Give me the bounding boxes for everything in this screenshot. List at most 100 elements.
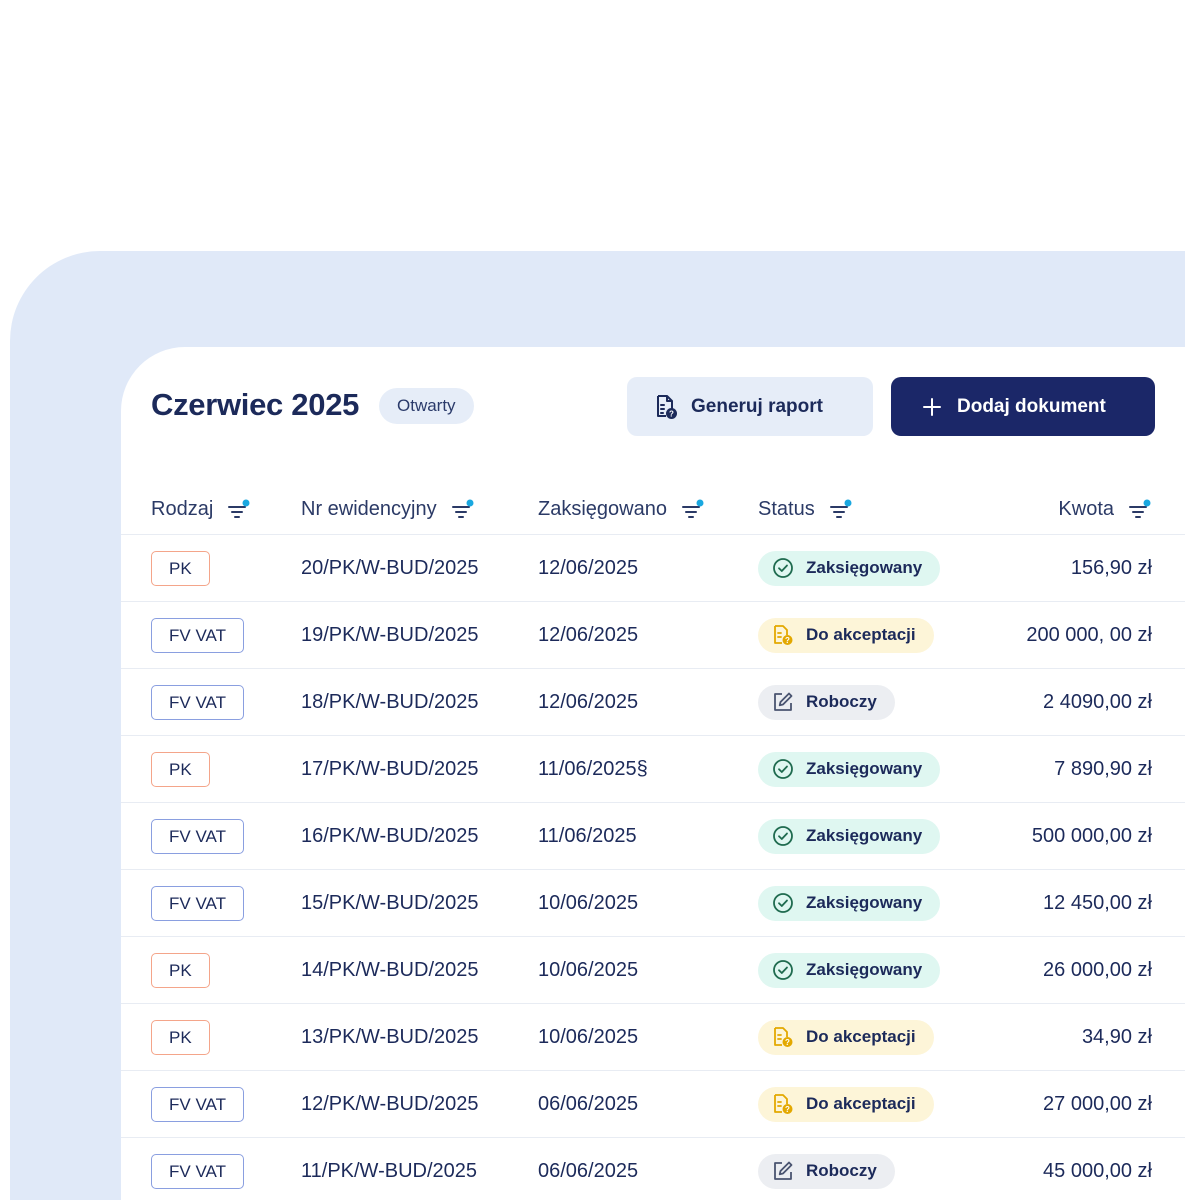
status-cell: Roboczy — [758, 669, 895, 735]
check-circle-icon — [772, 758, 794, 780]
document-number[interactable]: 14/PK/W-BUD/2025 — [301, 937, 479, 1003]
check-circle-icon — [772, 557, 794, 579]
status-badge: Zaksięgowany — [758, 818, 941, 854]
edit-icon — [772, 691, 794, 713]
status-badge: ? Do akceptacji — [758, 617, 934, 653]
type-cell: FV VAT — [151, 870, 244, 936]
posted-date: 12/06/2025 — [538, 623, 639, 646]
type-cell: PK — [151, 736, 210, 802]
filter-icon[interactable] — [1128, 499, 1152, 521]
filter-icon[interactable] — [451, 499, 475, 521]
check-circle-icon — [772, 892, 794, 914]
type-cell: PK — [151, 937, 210, 1003]
status-label: Zaksięgowany — [806, 826, 923, 845]
page-title: Czerwiec 2025 — [151, 387, 360, 422]
document-number[interactable]: 11/PK/W-BUD/2025 — [301, 1138, 477, 1200]
status-cell: Zaksięgowany — [758, 803, 941, 869]
table-row[interactable]: FV VAT 19/PK/W-BUD/2025 12/06/2025 ? Do akce… — [121, 602, 1185, 669]
table-row[interactable]: FV VAT 16/PK/W-BUD/2025 11/06/2025 Zaksięgo… — [121, 803, 1185, 870]
status-label: Do akceptacji — [806, 1094, 916, 1113]
type-cell: FV VAT — [151, 1071, 244, 1137]
column-header-type: Rodzaj — [151, 498, 251, 521]
document-type-badge: FV VAT — [151, 885, 244, 921]
filter-icon[interactable] — [681, 499, 705, 521]
document-type-badge: FV VAT — [151, 1086, 244, 1122]
generate-report-button[interactable]: ? Generuj raport — [627, 377, 873, 436]
document-number[interactable]: 15/PK/W-BUD/2025 — [301, 870, 479, 936]
filter-icon[interactable] — [227, 499, 251, 521]
document-number[interactable]: 12/PK/W-BUD/2025 — [301, 1071, 479, 1137]
status-label: Zaksięgowany — [806, 558, 923, 577]
posted-date: 06/06/2025 — [538, 1159, 639, 1182]
svg-text:?: ? — [669, 409, 674, 418]
generate-report-label: Generuj raport — [691, 395, 823, 417]
posted-date: 10/06/2025 — [538, 891, 639, 914]
status-cell: Zaksięgowany — [758, 870, 941, 936]
document-type-badge: FV VAT — [151, 818, 244, 854]
table-row[interactable]: FV VAT 15/PK/W-BUD/2025 10/06/2025 Zaksięgo… — [121, 870, 1185, 937]
amount: 12 450,00 zł — [1043, 891, 1152, 914]
column-label-status: Status — [758, 498, 815, 520]
status-label: Zaksięgowany — [806, 960, 923, 979]
svg-text:?: ? — [785, 636, 790, 645]
add-document-label: Dodaj dokument — [957, 395, 1106, 417]
posted-date: 10/06/2025 — [538, 958, 639, 981]
type-cell: FV VAT — [151, 1138, 244, 1200]
plus-icon — [919, 394, 945, 420]
document-number[interactable]: 13/PK/W-BUD/2025 — [301, 1004, 479, 1070]
status-badge: Zaksięgowany — [758, 952, 941, 988]
type-cell: PK — [151, 535, 210, 601]
card-header: Czerwiec 2025 Otwarty ? Generuj raport D… — [121, 347, 1185, 467]
documents-card: Czerwiec 2025 Otwarty ? Generuj raport D… — [121, 347, 1185, 1200]
status-cell: ? Do akceptacji — [758, 1004, 934, 1070]
edit-icon — [772, 1160, 794, 1182]
table-header: Rodzaj Nr ewidencyjny Zaksięgowano Statu… — [121, 490, 1185, 535]
table-row[interactable]: FV VAT 12/PK/W-BUD/2025 06/06/2025? Do akce… — [121, 1071, 1185, 1138]
type-cell: FV VAT — [151, 669, 244, 735]
document-number[interactable]: 18/PK/W-BUD/2025 — [301, 669, 479, 735]
table-row[interactable]: FV VAT 11/PK/W-BUD/2025 06/06/2025 Roboczy 4… — [121, 1138, 1185, 1200]
svg-text:?: ? — [785, 1105, 790, 1114]
table-row[interactable]: FV VAT 18/PK/W-BUD/2025 12/06/2025 Roboczy 2… — [121, 669, 1185, 736]
column-label-number: Nr ewidencyjny — [301, 498, 437, 520]
table-row[interactable]: PK 13/PK/W-BUD/2025 10/06/2025? Do akceptac… — [121, 1004, 1185, 1071]
amount: 26 000,00 zł — [1043, 958, 1152, 981]
period-status-badge: Otwarty — [379, 388, 474, 424]
check-circle-icon — [772, 825, 794, 847]
status-badge: ? Do akceptacji — [758, 1019, 934, 1055]
amount: 156,90 zł — [1070, 556, 1152, 579]
pending-document-icon: ? — [772, 1093, 794, 1115]
status-badge: Roboczy — [758, 684, 895, 720]
document-type-badge: PK — [151, 952, 210, 988]
document-number[interactable]: 17/PK/W-BUD/2025 — [301, 736, 479, 802]
posted-date: 11/06/2025 — [538, 824, 637, 847]
column-header-amount: Kwota — [1058, 498, 1152, 521]
column-label-type: Rodzaj — [151, 498, 214, 520]
check-circle-icon — [772, 959, 794, 981]
column-header-number: Nr ewidencyjny — [301, 498, 475, 521]
status-badge: Roboczy — [758, 1153, 895, 1189]
document-type-badge: FV VAT — [151, 684, 244, 720]
add-document-button[interactable]: Dodaj dokument — [891, 377, 1155, 436]
type-cell: FV VAT — [151, 803, 244, 869]
column-label-amount: Kwota — [1058, 498, 1114, 520]
documents-table-body: PK 20/PK/W-BUD/2025 12/06/2025 Zaksięgowany… — [121, 535, 1185, 1200]
status-cell: ? Do akceptacji — [758, 602, 934, 668]
document-number[interactable]: 20/PK/W-BUD/2025 — [301, 535, 479, 601]
table-row[interactable]: PK 20/PK/W-BUD/2025 12/06/2025 Zaksięgowany… — [121, 535, 1185, 602]
svg-text:?: ? — [785, 1038, 790, 1047]
status-cell: Zaksięgowany — [758, 535, 941, 601]
posted-date: 06/06/2025 — [538, 1092, 639, 1115]
document-type-badge: PK — [151, 751, 210, 787]
document-type-badge: FV VAT — [151, 617, 244, 653]
status-cell: Roboczy — [758, 1138, 895, 1200]
document-number[interactable]: 16/PK/W-BUD/2025 — [301, 803, 479, 869]
status-badge: ? Do akceptacji — [758, 1086, 934, 1122]
amount: 2 4090,00 zł — [1043, 690, 1152, 713]
table-row[interactable]: PK 17/PK/W-BUD/2025 11/06/2025§ Zaksięgowan… — [121, 736, 1185, 803]
document-number[interactable]: 19/PK/W-BUD/2025 — [301, 602, 479, 668]
column-header-posted: Zaksięgowano — [538, 498, 705, 521]
status-badge: Zaksięgowany — [758, 550, 941, 586]
filter-icon[interactable] — [829, 499, 853, 521]
table-row[interactable]: PK 14/PK/W-BUD/2025 10/06/2025 Zaksięgowany… — [121, 937, 1185, 1004]
